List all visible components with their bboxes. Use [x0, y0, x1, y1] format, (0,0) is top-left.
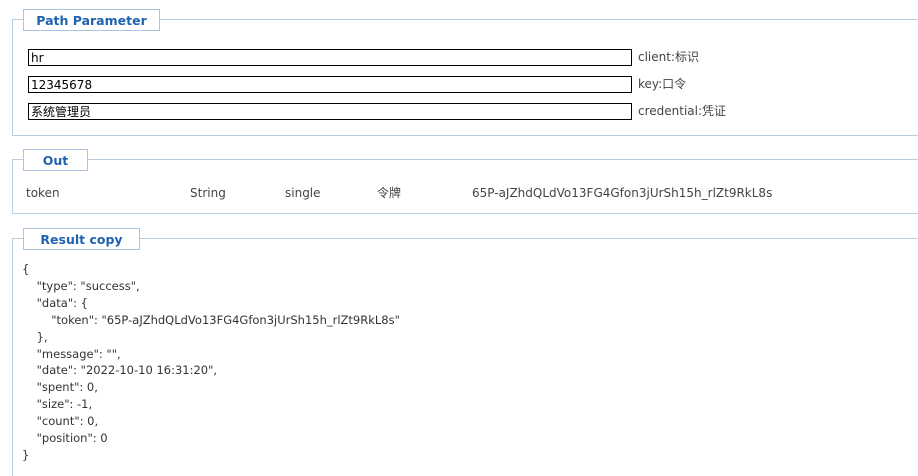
out-mode: single: [285, 186, 321, 200]
client-input[interactable]: [28, 49, 632, 66]
out-value: 65P-aJZhdQLdVo13FG4Gfon3jUrSh15h_rlZt9Rk…: [472, 186, 773, 200]
path-parameter-title: Path Parameter: [23, 9, 160, 31]
result-json: { "type": "success", "data": { "token": …: [22, 262, 400, 462]
client-hint: client:标识: [638, 50, 700, 64]
credential-hint: credential:凭证: [638, 104, 727, 118]
out-type: String: [190, 186, 226, 200]
key-input[interactable]: [28, 76, 632, 93]
path-parameter-panel: Path Parameter client:标识 key:口令 credenti…: [12, 9, 918, 136]
out-description: 令牌: [377, 186, 402, 200]
credential-input[interactable]: [28, 103, 632, 120]
out-name: token: [26, 186, 60, 200]
result-copy-panel: Result copy { "type": "success", "data":…: [12, 228, 918, 476]
key-hint: key:口令: [638, 77, 687, 91]
out-panel: Out token String single 令牌 65P-aJZhdQLdV…: [12, 149, 918, 214]
out-row: token String single 令牌 65P-aJZhdQLdVo13F…: [13, 185, 918, 201]
out-title: Out: [23, 149, 88, 171]
result-copy-title: Result copy: [23, 228, 140, 250]
